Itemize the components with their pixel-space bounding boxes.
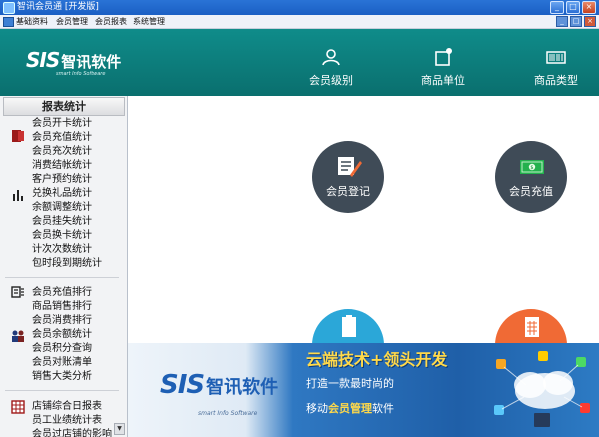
nav-product-unit[interactable]: 商品单位 (403, 29, 483, 96)
company-logo: SIS 智讯软件 smart Info Software (26, 48, 122, 77)
sidebar-item-card-opening-stats[interactable]: 会员开卡统计 (32, 117, 92, 130)
report-sidebar: 报表统计 会员开卡统计 会员充值统计 会员充次统计 消费结帐统计 客户预约统计 … (0, 96, 128, 437)
sidebar-item-sales-ranking[interactable]: 商品销售排行 (32, 300, 92, 313)
clipboard-icon (342, 315, 356, 337)
sidebar-item-balance-stats[interactable]: 会员余额统计 (32, 328, 92, 341)
banner-logo: SIS 智讯软件 (160, 370, 278, 400)
document-icon (3, 17, 14, 27)
cloud-devices-illustration (494, 351, 590, 427)
banner-slogan-line2: 打造一款最时尚的 (306, 377, 394, 390)
sidebar-item-count-recharge-stats[interactable]: 会员充次统计 (32, 145, 92, 158)
tile-member-recharge-label: 会员充值 (509, 185, 553, 198)
window-controls: _ □ × (550, 1, 596, 14)
barcode-icon (546, 51, 566, 64)
tile-member-register[interactable]: 会员登记 (312, 141, 384, 213)
svg-text:$: $ (530, 165, 533, 171)
banner-slogan-highlight: 会员管理 (328, 402, 372, 415)
banner-logo-subtitle: smart Info Software (198, 410, 258, 417)
banner-slogan-prefix: 移动 (306, 402, 328, 415)
sidebar-item-gift-exchange-stats[interactable]: 兑换礼品统计 (32, 187, 92, 200)
maximize-button[interactable]: □ (566, 1, 580, 14)
sidebar-item-recharge-stats[interactable]: 会员充值统计 (32, 131, 92, 144)
nav-member-level[interactable]: 会员级别 (291, 29, 371, 96)
logo-chinese: 智讯软件 (61, 53, 122, 71)
sidebar-item-checkout-stats[interactable]: 消费结帐统计 (32, 159, 92, 172)
sidebar-item-points-query[interactable]: 会员积分查询 (32, 342, 92, 355)
banner-slogan-line3: 移动会员管理软件 (306, 400, 394, 416)
app-icon (3, 2, 15, 14)
menu-basic-data[interactable]: 基础资料 (16, 15, 48, 28)
sidebar-item-category-analysis[interactable]: 销售大类分析 (32, 370, 92, 383)
minimize-button[interactable]: _ (550, 1, 564, 14)
child-restore-button[interactable]: □ (570, 16, 582, 27)
window-title: 智讯会员通 [开发版] (17, 2, 99, 12)
banner-logo-chinese: 智讯软件 (206, 377, 279, 398)
book-icon (12, 130, 24, 142)
menu-member-management[interactable]: 会员管理 (56, 15, 88, 28)
sidebar-item-balance-adjust-stats[interactable]: 余额调整统计 (32, 201, 92, 214)
child-minimize-button[interactable]: _ (556, 16, 568, 27)
close-button[interactable]: × (582, 1, 596, 14)
sidebar-item-consumption-ranking[interactable]: 会员消费排行 (32, 314, 92, 327)
calculator-icon (525, 317, 539, 337)
register-icon (338, 157, 362, 177)
ranking-icon (11, 286, 24, 298)
tile-member-recharge[interactable]: $ 会员充值 (495, 141, 567, 213)
nav-product-unit-label: 商品单位 (421, 74, 465, 87)
menu-member-reports[interactable]: 会员报表 (95, 15, 127, 28)
sidebar-item-recharge-ranking[interactable]: 会员充值排行 (32, 286, 92, 299)
tag-icon (435, 48, 452, 66)
banner-logo-text: SIS (160, 370, 205, 400)
nav-product-type[interactable]: 商品类型 (516, 29, 596, 96)
child-close-button[interactable]: × (584, 16, 596, 27)
money-icon: $ (520, 160, 544, 174)
sidebar-item-card-change-stats[interactable]: 会员换卡统计 (32, 229, 92, 242)
sidebar-item-store-influence[interactable]: 会员过店铺的影响 (32, 428, 112, 437)
main-content: 会员登记 $ 会员充值 SIS 智讯软件 smart Info Software … (128, 96, 599, 437)
child-window-controls: _ □ × (556, 16, 596, 27)
user-icon (322, 49, 340, 66)
title-bar: 智讯会员通 [开发版] _ □ × (0, 0, 599, 15)
sidebar-divider (5, 277, 119, 278)
sidebar-item-statement[interactable]: 会员对账清单 (32, 356, 92, 369)
sidebar-item-store-daily-report[interactable]: 店铺综合日报表 (32, 400, 102, 413)
sidebar-item-staff-performance[interactable]: 员工业绩统计表 (32, 414, 102, 427)
menu-bar: 基础资料 会员管理 会员报表 系统管理 _ □ × (0, 15, 599, 29)
bar-chart-icon (13, 190, 23, 201)
menu-system-management[interactable]: 系统管理 (133, 15, 165, 28)
logo-text: SIS (26, 48, 60, 72)
scroll-down-button[interactable]: ▼ (114, 423, 125, 435)
sidebar-item-loss-report-stats[interactable]: 会员挂失统计 (32, 215, 92, 228)
banner-slogan-suffix: 软件 (372, 402, 394, 415)
sidebar-item-count-times-stats[interactable]: 计次次数统计 (32, 243, 92, 256)
banner-slogan-headline: 云端技术+领头开发 (306, 350, 448, 369)
sidebar-title: 报表统计 (3, 97, 125, 116)
app-header: SIS 智讯软件 smart Info Software 会员级别 商品单位 商品… (0, 29, 599, 96)
logo-subtitle: smart Info Software (56, 71, 106, 77)
spreadsheet-icon (11, 400, 25, 414)
sidebar-divider (5, 390, 119, 391)
promo-banner: SIS 智讯软件 smart Info Software 云端技术+领头开发 打造… (128, 343, 599, 437)
people-icon (12, 330, 24, 342)
sidebar-item-period-expiry-stats[interactable]: 包时段到期统计 (32, 257, 102, 270)
tile-member-register-label: 会员登记 (326, 185, 370, 198)
nav-product-type-label: 商品类型 (534, 74, 578, 87)
sidebar-item-reservation-stats[interactable]: 客户预约统计 (32, 173, 92, 186)
nav-member-level-label: 会员级别 (309, 74, 353, 87)
